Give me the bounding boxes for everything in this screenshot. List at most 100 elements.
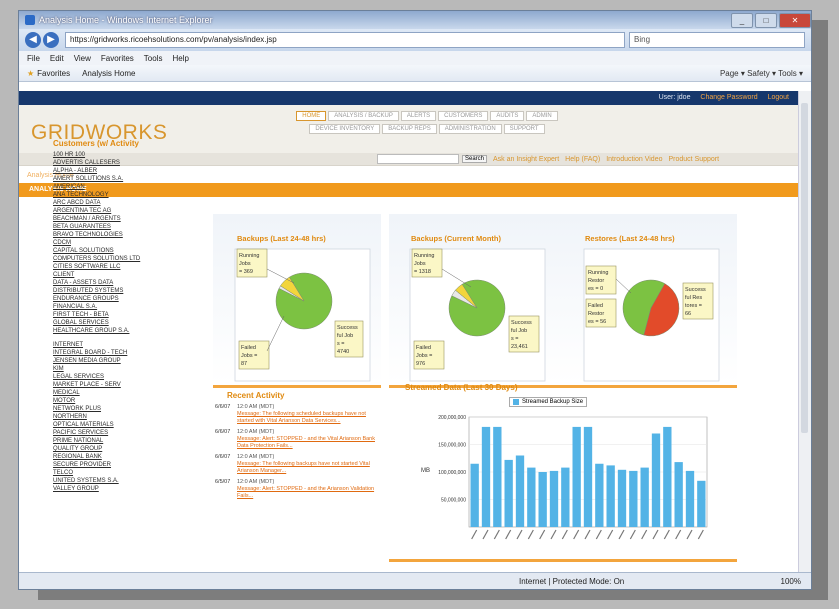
pie2-success-label-line: 23,461: [511, 344, 528, 350]
legend-label: Streamed Backup Size: [522, 399, 584, 405]
pie2-success-label-line: ful Job: [511, 328, 527, 334]
x-tick-mark: [629, 529, 636, 540]
activity-date: 6/6/07: [215, 454, 231, 460]
activity-message-link[interactable]: Message: The following scheduled backups…: [237, 411, 366, 424]
bar[interactable]: [685, 470, 695, 527]
bar[interactable]: [629, 470, 638, 527]
pie1-running-label-line: Jobs: [239, 261, 251, 267]
x-tick-mark: [505, 529, 512, 540]
pie2-success-label: Success ful Job s = 23,461: [508, 315, 540, 353]
bar[interactable]: [561, 467, 570, 527]
activity-time: 12:0 AM (MDT): [237, 429, 275, 435]
pie1-failed-label: Failed Jobs = 87: [238, 340, 270, 370]
x-tick-mark: [471, 529, 478, 540]
activity-date: 6/6/07: [215, 404, 231, 410]
x-tick-mark: [641, 529, 648, 540]
activity-date: 6/5/07: [215, 479, 231, 485]
x-tick-mark: [527, 529, 534, 540]
pie2-running-label: Running Jobs = 1318: [411, 248, 443, 278]
x-tick-mark: [697, 529, 704, 540]
bar[interactable]: [663, 426, 672, 527]
pie1-running-label-line: = 369: [239, 269, 253, 275]
x-tick-mark: [675, 529, 682, 540]
bar[interactable]: [572, 426, 581, 527]
pie1-running-label: Running Jobs = 369: [236, 248, 268, 278]
bar[interactable]: [674, 462, 683, 527]
streamed-title: Streamed Data (Last 30 Days): [405, 383, 518, 392]
bar[interactable]: [651, 433, 661, 528]
pie3-success-label: Success ful Res tores = 66: [682, 282, 714, 320]
pie2-failed-label-line: Failed: [416, 345, 431, 351]
pie1-success-label: Success ful Job s = 4740: [334, 320, 364, 358]
x-tick-mark: [516, 529, 523, 540]
bar[interactable]: [538, 472, 547, 527]
pie1-success-label-line: ful Job: [337, 333, 353, 339]
x-tick-mark: [618, 529, 625, 540]
bar[interactable]: [697, 480, 706, 527]
scroll-thumb[interactable]: [801, 103, 808, 433]
activity-message-link[interactable]: Message: The following backups have not …: [237, 461, 370, 474]
bar[interactable]: [470, 463, 479, 527]
pie3-success-label-line: ful Res: [685, 295, 702, 301]
bar[interactable]: [617, 469, 627, 527]
activity-time: 12:0 AM (MDT): [237, 404, 275, 410]
x-tick-mark: [482, 529, 489, 540]
activity-item: 6/6/07 12:0 AM (MDT) Message: Alert: STOPP…: [215, 429, 383, 450]
pie3-success-label-line: tores =: [685, 303, 702, 309]
bar[interactable]: [515, 455, 525, 528]
y-tick-label: 200,000,000: [438, 415, 466, 421]
y-axis-label: MB: [421, 468, 430, 474]
x-tick-mark: [493, 529, 500, 540]
pie3-running-label: Running Restor es = 0: [585, 265, 617, 295]
security-zone: Internet | Protected Mode: On: [519, 576, 625, 586]
pie2-failed-label-line: Jobs =: [416, 353, 432, 359]
pie2-title: Backups (Current Month): [411, 234, 502, 243]
bar[interactable]: [504, 459, 513, 527]
pie1-success-label-line: 4740: [337, 349, 349, 355]
bar[interactable]: [606, 465, 615, 527]
x-tick-mark: [550, 529, 557, 540]
bar[interactable]: [481, 426, 491, 527]
y-tick-label: 50,000,000: [441, 498, 466, 504]
x-tick-mark: [584, 529, 591, 540]
pie3-success-label-line: Success: [685, 287, 706, 293]
activity-body: 12:0 AM (MDT) Message: Alert: STOPPED - a…: [237, 429, 383, 450]
pie2-running-label-line: = 1318: [414, 269, 431, 275]
browser-window: Analysis Home - Windows Internet Explore…: [18, 10, 812, 590]
bar[interactable]: [595, 463, 604, 527]
x-tick-mark: [686, 529, 693, 540]
pie1-running-label-line: Running: [239, 253, 260, 259]
pie2-failed-label: Failed Jobs = 976: [413, 340, 445, 370]
page-scrollbar[interactable]: [798, 91, 811, 573]
activity-message-link[interactable]: Message: Alert: STOPPED - and the Vital …: [237, 436, 375, 449]
pie1-failed-label-line: 87: [241, 361, 247, 367]
bar[interactable]: [640, 467, 649, 527]
activity-message-link[interactable]: Message: Alert: STOPPED - and the Arians…: [237, 486, 374, 499]
pie3-failed-label-line: Failed: [588, 303, 603, 309]
pie3-failed-label-line: es = 56: [588, 319, 606, 325]
bar[interactable]: [527, 467, 536, 527]
bar[interactable]: [493, 426, 502, 527]
bar[interactable]: [549, 470, 559, 527]
status-bar: Internet | Protected Mode: On 100%: [19, 572, 811, 589]
activity-time: 12:0 AM (MDT): [237, 454, 275, 460]
x-tick-mark: [663, 529, 670, 540]
activity-body: 12:0 AM (MDT) Message: The following back…: [237, 454, 383, 475]
activity-date: 6/6/07: [215, 429, 231, 435]
pie1-success-label-line: s =: [337, 341, 345, 347]
x-tick-mark: [652, 529, 659, 540]
recent-activity-panel: Recent Activity 6/6/07 12:0 AM (MDT) Messa…: [215, 391, 383, 504]
pie2-running-label-line: Jobs: [414, 261, 426, 267]
pie2-success-label-line: s =: [511, 336, 519, 342]
bar[interactable]: [583, 426, 593, 527]
divider-bottom: [389, 559, 737, 562]
streamed-data-panel: Streamed Data (Last 30 Days) Streamed Ba…: [389, 379, 737, 559]
activity-body: 12:0 AM (MDT) Message: Alert: STOPPED - a…: [237, 479, 383, 500]
pie3-success-label-line: 66: [685, 311, 691, 317]
zoom-level[interactable]: 100%: [781, 577, 801, 586]
pie1-success-label-line: Success: [337, 325, 358, 331]
pie2-running-label-line: Running: [414, 253, 435, 259]
pie2-failed-label-line: 976: [416, 361, 425, 367]
pie2-success-label-line: Success: [511, 320, 532, 326]
x-tick-mark: [595, 529, 602, 540]
